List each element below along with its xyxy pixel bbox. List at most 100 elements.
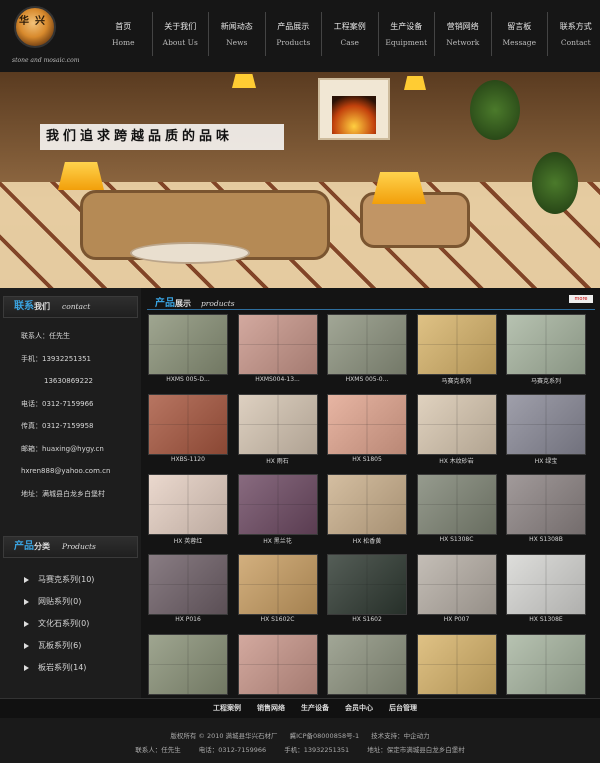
product-thumbnail[interactable] (148, 634, 228, 695)
product-caption[interactable]: HX 英蓉红 (143, 536, 233, 545)
product-caption[interactable]: 马赛克系列 (501, 376, 591, 385)
footer-nav-link[interactable]: 后台管理 (389, 699, 417, 718)
nav-item[interactable]: 留言板 Message (490, 12, 548, 56)
product-tile[interactable]: HX S1308E (505, 554, 587, 634)
product-caption[interactable]: HX 绿宝 (501, 456, 591, 465)
footer-nav-link[interactable]: 销售网络 (257, 699, 285, 718)
product-tile[interactable]: HXBS-1120 (147, 394, 229, 474)
product-caption[interactable]: HX P007 (412, 616, 502, 623)
product-thumbnail[interactable] (506, 474, 586, 535)
product-tile[interactable]: HX S1308B (505, 474, 587, 554)
product-thumbnail[interactable] (506, 554, 586, 615)
product-caption[interactable]: HX S1308B (501, 536, 591, 543)
product-tile[interactable]: HX P007 (416, 554, 498, 634)
footer-nav-link[interactable]: 会员中心 (345, 699, 373, 718)
category-item[interactable]: 瓦板系列(6) (24, 638, 141, 660)
product-tile[interactable]: 马赛克系列 (416, 314, 498, 394)
product-thumbnail[interactable] (327, 314, 407, 375)
nav-item[interactable]: 生产设备 Equipment (377, 12, 435, 56)
footer-support[interactable]: 技术支持：中企动力 (371, 732, 430, 740)
product-caption[interactable]: HX S1805 (322, 456, 412, 463)
product-thumbnail[interactable] (237, 554, 318, 615)
category-item[interactable]: 文化石系列(0) (24, 616, 141, 638)
product-thumbnail[interactable] (237, 474, 318, 535)
triangle-bullet-icon (24, 642, 29, 649)
product-tile[interactable]: HXMS 005-D... (147, 314, 229, 394)
product-caption[interactable]: HX S1308C (412, 536, 502, 543)
product-caption[interactable]: HX S1602C (233, 616, 323, 623)
product-caption[interactable]: HXMS 005-0... (322, 376, 412, 383)
banner-lamp (232, 74, 256, 88)
product-caption[interactable]: HXMS 005-D... (143, 376, 233, 383)
product-tile[interactable]: HX P016 (147, 554, 229, 634)
category-heading: 产品分类 Products (3, 536, 138, 558)
category-item[interactable]: 网贴系列(0) (24, 594, 141, 616)
product-thumbnail[interactable] (416, 634, 497, 695)
product-thumbnail[interactable] (237, 634, 318, 695)
product-tile[interactable]: 马赛克系列 (505, 314, 587, 394)
footer-line-1: 版权所有 © 2010 满城县华兴石材厂 冀ICP备08000858号-1 技术… (0, 730, 600, 740)
product-thumbnail[interactable] (148, 554, 228, 615)
product-tile[interactable]: HX S1805 (326, 394, 408, 474)
product-tile[interactable]: HX S1308C (416, 474, 498, 554)
more-button[interactable]: more (569, 295, 593, 303)
product-tile[interactable]: HX 雨石 (237, 394, 319, 474)
product-thumbnail[interactable] (148, 474, 228, 535)
product-thumbnail[interactable] (416, 474, 497, 535)
footer-copyright: 版权所有 © 2010 满城县华兴石材厂 (170, 732, 278, 740)
product-tile[interactable]: HX 英蓉红 (147, 474, 229, 554)
product-caption[interactable]: HX 松香黄 (322, 536, 412, 545)
footer-icp[interactable]: 冀ICP备08000858号-1 (290, 732, 359, 740)
product-tile[interactable]: HXMS 005-0... (326, 314, 408, 394)
product-thumbnail[interactable] (506, 634, 586, 695)
product-caption[interactable]: HX 黑兰花 (233, 536, 323, 545)
product-thumbnail[interactable] (327, 554, 407, 615)
product-tile[interactable]: HX 黑兰花 (237, 474, 319, 554)
product-caption[interactable]: HX S1308E (501, 616, 591, 623)
footer-contact: 联系人：任先生 (135, 746, 181, 754)
product-tile[interactable]: HXMS004-13... (237, 314, 319, 394)
product-thumbnail[interactable] (327, 394, 407, 455)
product-thumbnail[interactable] (237, 394, 318, 455)
nav-item[interactable]: 联系方式 Contact (547, 12, 600, 56)
product-tile[interactable]: HX 木纹砂岩 (416, 394, 498, 474)
product-caption[interactable]: 马赛克系列 (412, 376, 502, 385)
footer-nav-link[interactable]: 生产设备 (301, 699, 329, 718)
nav-item[interactable]: 首页 Home (95, 12, 152, 56)
product-thumbnail[interactable] (416, 554, 497, 615)
product-caption[interactable]: HX S1602 (322, 616, 412, 623)
nav-item[interactable]: 新闻动态 News (208, 12, 265, 56)
product-caption[interactable]: HX 木纹砂岩 (412, 456, 502, 465)
product-tile[interactable]: HX S1602C (237, 554, 319, 634)
product-thumbnail[interactable] (416, 394, 497, 455)
nav-item[interactable]: 关于我们 About Us (151, 12, 209, 56)
product-caption[interactable]: HX P016 (143, 616, 233, 623)
product-thumbnail[interactable] (506, 394, 586, 455)
product-caption[interactable]: HX 雨石 (233, 456, 323, 465)
product-tile[interactable]: HX S1602 (326, 554, 408, 634)
product-thumbnail[interactable] (416, 314, 497, 375)
product-thumbnail[interactable] (327, 634, 407, 695)
product-tile[interactable]: HX 松香黄 (326, 474, 408, 554)
product-thumbnail[interactable] (237, 314, 318, 375)
triangle-bullet-icon (24, 598, 29, 605)
product-tile[interactable]: HX 绿宝 (505, 394, 587, 474)
category-item[interactable]: 板岩系列(14) (24, 660, 141, 682)
nav-label-cn: 营销网络 (446, 22, 479, 31)
category-item[interactable]: 马赛克系列(10) (24, 572, 141, 594)
nav-item[interactable]: 产品展示 Products (264, 12, 322, 56)
product-thumbnail[interactable] (327, 474, 407, 535)
category-label: 瓦板系列(6) (38, 641, 82, 650)
footer-nav-link[interactable]: 工程案例 (213, 699, 241, 718)
banner-coffee-table (130, 242, 250, 264)
product-thumbnail[interactable] (148, 394, 228, 455)
nav-item[interactable]: 营销网络 Network (434, 12, 491, 56)
product-caption[interactable]: HXMS004-13... (233, 376, 323, 383)
nav-label-cn: 首页 (115, 22, 132, 31)
product-thumbnail[interactable] (148, 314, 228, 375)
product-thumbnail[interactable] (506, 314, 586, 375)
contact-line: 邮箱：huaxing@hygy.cn (21, 444, 104, 453)
banner-lamp (372, 172, 426, 204)
nav-item[interactable]: 工程案例 Case (321, 12, 378, 56)
product-caption[interactable]: HXBS-1120 (143, 456, 233, 463)
